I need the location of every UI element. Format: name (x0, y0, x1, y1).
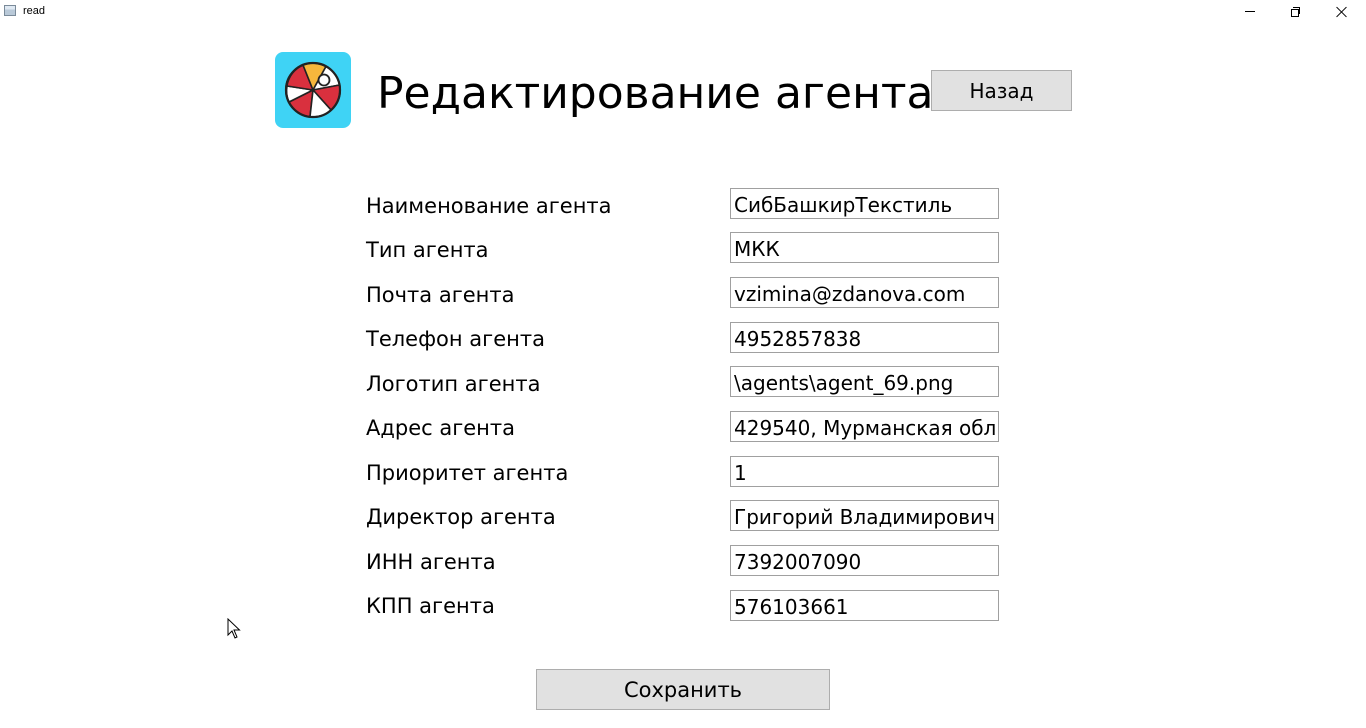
close-icon (1336, 6, 1348, 18)
agent-email-field[interactable] (730, 277, 999, 308)
app-icon (4, 5, 16, 16)
minimize-button[interactable] (1227, 0, 1273, 24)
agent-type-label: Тип агента (366, 238, 489, 262)
agent-address-label: Адрес агента (366, 416, 516, 440)
agent-name-label: Наименование агента (366, 194, 612, 218)
agent-director-field[interactable] (730, 500, 999, 531)
agent-inn-field[interactable] (730, 545, 999, 576)
agent-name-field[interactable] (730, 188, 999, 219)
agent-director-label: Директор агента (366, 505, 556, 529)
minimize-icon (1245, 10, 1255, 12)
agent-logo-label: Логотип агента (366, 372, 541, 396)
restore-icon (1291, 7, 1301, 17)
close-button[interactable] (1319, 0, 1365, 24)
window-title: read (23, 5, 46, 17)
agent-email-label: Почта агента (366, 283, 515, 307)
title-bar[interactable]: read (0, 0, 1366, 24)
agent-priority-label: Приоритет агента (366, 461, 569, 485)
mouse-pointer-icon (227, 618, 241, 639)
agent-address-field[interactable] (730, 411, 999, 442)
agent-logo-field[interactable] (730, 366, 999, 397)
restore-button[interactable] (1273, 0, 1319, 24)
app-window: read Редактирование агента Назад Наимено… (0, 0, 1366, 728)
page-title: Редактирование агента (377, 68, 934, 119)
back-button[interactable]: Назад (931, 70, 1072, 111)
agent-phone-label: Телефон агента (366, 327, 545, 351)
agent-kpp-label: КПП агента (366, 594, 495, 618)
agent-inn-label: ИНН агента (366, 550, 496, 574)
beach-ball-icon (275, 52, 351, 128)
agent-kpp-field[interactable] (730, 590, 999, 621)
agent-priority-field[interactable] (730, 456, 999, 487)
agent-phone-field[interactable] (730, 322, 999, 353)
save-button[interactable]: Сохранить (536, 669, 830, 710)
agent-type-field[interactable] (730, 232, 999, 263)
